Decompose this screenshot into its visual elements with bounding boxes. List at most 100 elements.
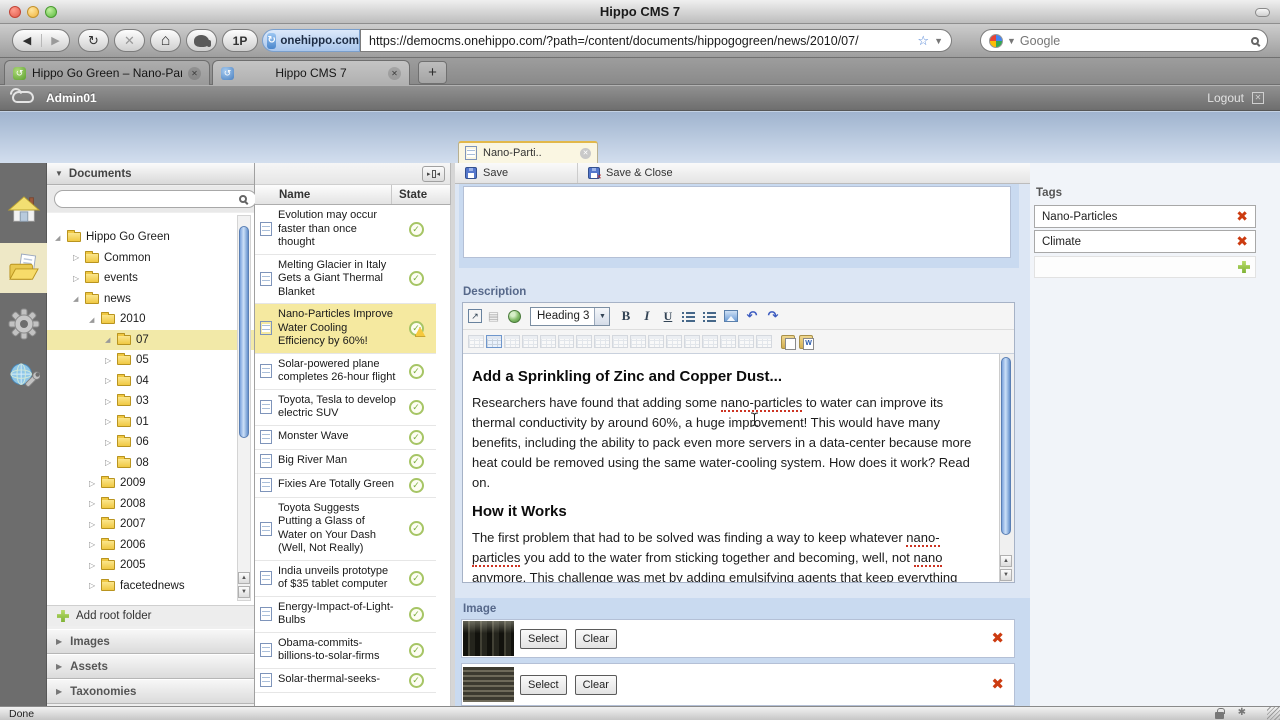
evernote-icon[interactable]	[186, 29, 217, 52]
document-row[interactable]: Melting Glacier in Italy Gets a Giant Th…	[255, 255, 436, 305]
search-icon[interactable]	[1251, 37, 1259, 45]
document-row[interactable]: Fixies Are Totally Green	[255, 474, 436, 498]
tree-item[interactable]: 2007	[47, 514, 254, 535]
new-tab-button[interactable]: +	[418, 61, 447, 84]
browser-tab-cms[interactable]: ↺ Hippo CMS 7 ✕	[212, 60, 410, 85]
paste-from-word-icon[interactable]	[799, 335, 813, 349]
expand-icon[interactable]	[105, 438, 117, 447]
expand-icon[interactable]	[89, 540, 101, 549]
tree-item[interactable]: 2010	[47, 309, 254, 330]
expand-icon[interactable]	[105, 397, 117, 406]
toolbar-toggle-button[interactable]	[1255, 8, 1270, 17]
expand-icon[interactable]	[73, 294, 85, 303]
perspective-home[interactable]	[0, 185, 47, 235]
expand-icon[interactable]	[55, 233, 67, 242]
rte-content[interactable]: Add a Sprinkling of Zinc and Copper Dust…	[463, 354, 999, 582]
expand-icon[interactable]	[105, 356, 117, 365]
document-row[interactable]: Big River Man	[255, 450, 436, 474]
scroll-up-icon[interactable]: ▲	[1000, 555, 1012, 567]
tree-item[interactable]: Common	[47, 248, 254, 269]
ordered-list-icon[interactable]	[679, 308, 698, 325]
tree-item[interactable]: 06	[47, 432, 254, 453]
table-properties-icon[interactable]	[486, 335, 502, 348]
logout-icon[interactable]: ✕	[1252, 92, 1264, 104]
tree-item[interactable]: 03	[47, 391, 254, 412]
add-root-folder-button[interactable]: Add root folder	[47, 605, 254, 626]
documents-panel-header[interactable]: ▼ Documents	[47, 163, 254, 185]
home-icon[interactable]: ⌂	[150, 29, 181, 52]
column-header-state[interactable]: State	[392, 189, 427, 201]
bookmark-star-icon[interactable]: ☆	[917, 33, 929, 49]
expand-icon[interactable]	[105, 335, 117, 344]
tree-item[interactable]: 2006	[47, 535, 254, 556]
tree-item[interactable]: 05	[47, 350, 254, 371]
reload-icon[interactable]: ↻	[78, 29, 109, 52]
extension-icon[interactable]: ✱	[1238, 707, 1246, 718]
section-assets[interactable]: ▶ Assets	[47, 654, 254, 679]
add-tag-icon[interactable]	[1238, 261, 1250, 273]
tree-item[interactable]: 2009	[47, 473, 254, 494]
expand-icon[interactable]	[73, 253, 85, 262]
clear-button[interactable]: Clear	[575, 675, 617, 695]
search-input[interactable]	[1020, 34, 1247, 48]
insert-image-icon[interactable]	[721, 308, 740, 325]
remove-tag-icon[interactable]: ✖	[1236, 209, 1248, 224]
scroll-up-icon[interactable]: ▲	[238, 572, 250, 584]
tree-item[interactable]: 04	[47, 371, 254, 392]
scroll-down-icon[interactable]: ▼	[238, 586, 250, 598]
expand-icon[interactable]	[89, 479, 101, 488]
perspective-console[interactable]	[0, 351, 47, 401]
tab-close-icon[interactable]: ✕	[580, 148, 591, 159]
link-icon[interactable]	[505, 308, 524, 325]
search-engine-dropdown-icon[interactable]: ▼	[1007, 36, 1016, 46]
expand-icon[interactable]	[89, 315, 101, 324]
scroll-down-icon[interactable]: ▼	[1000, 569, 1012, 581]
remove-tag-icon[interactable]: ✖	[1236, 234, 1248, 249]
paste-icon[interactable]	[781, 335, 795, 349]
resize-grip[interactable]	[1267, 707, 1280, 720]
remove-icon[interactable]: ✖	[991, 677, 1004, 692]
unordered-list-icon[interactable]	[700, 308, 719, 325]
expand-icon[interactable]	[73, 274, 85, 283]
tab-close-icon[interactable]: ✕	[388, 67, 401, 80]
column-header-name[interactable]: Name	[255, 189, 391, 201]
italic-icon[interactable]: I	[637, 308, 656, 325]
tree-item[interactable]: 01	[47, 412, 254, 433]
save-close-button[interactable]: ✕ Save & Close	[578, 163, 683, 183]
browser-tab-site[interactable]: ↺ Hippo Go Green – Nano-Particl... ✕	[4, 60, 210, 85]
expand-icon[interactable]	[89, 561, 101, 570]
tab-close-icon[interactable]: ✕	[188, 67, 201, 80]
format-select[interactable]: Heading 3 ▼	[530, 307, 610, 326]
logout-link[interactable]: Logout	[1207, 91, 1244, 105]
remove-icon[interactable]: ✖	[991, 631, 1004, 646]
tag-field[interactable]: Nano-Particles ✖	[1034, 205, 1256, 228]
document-row[interactable]: Solar-powered plane completes 26-hour fl…	[255, 354, 436, 390]
tree-item[interactable]: news	[47, 289, 254, 310]
forward-icon[interactable]: ▶	[41, 34, 69, 47]
expand-icon[interactable]	[105, 458, 117, 467]
google-icon[interactable]	[989, 34, 1003, 48]
document-row-selected[interactable]: Nano-Particles Improve Water Cooling Eff…	[255, 304, 436, 354]
document-row[interactable]: Toyota Suggests Putting a Glass of Water…	[255, 498, 436, 561]
expand-icon[interactable]	[105, 376, 117, 385]
document-row[interactable]: Obama-commits-billions-to-solar-firms	[255, 633, 436, 669]
folder-search-input[interactable]	[54, 190, 257, 208]
document-row[interactable]: Evolution may occur faster than once tho…	[255, 205, 436, 255]
tree-item-selected[interactable]: 07	[47, 330, 254, 351]
document-row[interactable]: Solar-thermal-seeks-	[255, 669, 436, 693]
document-row[interactable]: Energy-Impact-of-Light-Bulbs	[255, 597, 436, 633]
tag-field[interactable]: Climate ✖	[1034, 230, 1256, 253]
scrollbar-thumb[interactable]	[1001, 357, 1011, 535]
tree-item[interactable]: 08	[47, 453, 254, 474]
scrollbar-thumb[interactable]	[239, 226, 249, 438]
stop-icon[interactable]: ✕	[114, 29, 145, 52]
bold-icon[interactable]: B	[616, 308, 635, 325]
perspective-admin[interactable]	[0, 299, 47, 349]
url-dropdown-icon[interactable]: ▼	[934, 36, 943, 46]
editor-document-tab[interactable]: Nano-Parti.. ✕	[458, 141, 598, 163]
expand-icon[interactable]	[89, 581, 101, 590]
select-button[interactable]: Select	[520, 629, 567, 649]
document-row[interactable]: India unveils prototype of $35 tablet co…	[255, 561, 436, 597]
document-row[interactable]: Monster Wave	[255, 426, 436, 450]
tree-item[interactable]: 2008	[47, 494, 254, 515]
